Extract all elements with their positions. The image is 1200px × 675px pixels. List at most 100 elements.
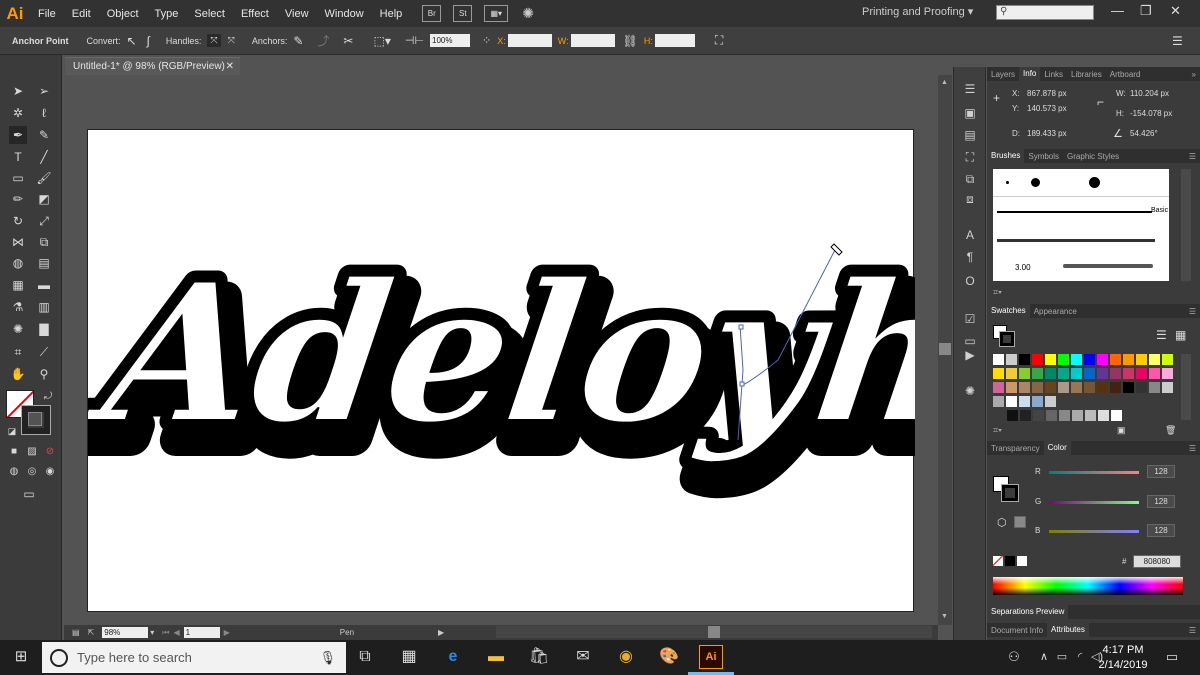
color-swatch[interactable]: [1032, 354, 1043, 365]
color-swatch[interactable]: [1006, 396, 1017, 407]
color-swatch[interactable]: [1110, 382, 1121, 393]
color-swatch[interactable]: [1006, 368, 1017, 379]
shape-builder-tool-icon[interactable]: ◍: [9, 254, 27, 272]
h-input[interactable]: [654, 34, 695, 47]
first-artboard-icon[interactable]: ⏮: [162, 628, 169, 638]
grayscale-swatch[interactable]: [1085, 410, 1096, 421]
store-icon[interactable]: 🛍: [527, 645, 551, 669]
grayscale-swatch[interactable]: [1033, 410, 1044, 421]
edge-browser-icon[interactable]: e: [441, 645, 465, 669]
color-swatch[interactable]: [1032, 396, 1043, 407]
connect-anchor-icon[interactable]: ⤴: [317, 32, 329, 49]
color-swatch[interactable]: [1084, 368, 1095, 379]
paintbrush-tool-icon[interactable]: 🖌: [35, 169, 53, 187]
color-swatch[interactable]: [1084, 354, 1095, 365]
black-color-swatch[interactable]: [1005, 556, 1015, 566]
transform-icon[interactable]: ⛶: [715, 33, 723, 48]
color-swatch[interactable]: [1045, 382, 1056, 393]
color-swatch[interactable]: [1097, 382, 1108, 393]
character-panel-icon[interactable]: A: [962, 227, 978, 243]
menu-file[interactable]: File: [30, 8, 64, 20]
pen-tool-icon[interactable]: ✒: [9, 126, 27, 144]
color-swatch[interactable]: [1149, 382, 1160, 393]
color-swatch[interactable]: [1071, 382, 1082, 393]
perspective-grid-tool-icon[interactable]: ▤: [35, 254, 53, 272]
scroll-up-icon[interactable]: ▲: [941, 79, 948, 86]
color-swatch[interactable]: [1162, 382, 1173, 393]
menu-edit[interactable]: Edit: [64, 8, 99, 20]
pencil-tool-icon[interactable]: ✏: [9, 190, 27, 208]
color-swatch[interactable]: [1097, 354, 1108, 365]
color-swatch[interactable]: [1123, 354, 1134, 365]
color-swatch[interactable]: [1084, 382, 1095, 393]
vertical-scroll-thumb[interactable]: [939, 343, 951, 355]
isolate-icon[interactable]: ⬚▾: [373, 34, 390, 48]
color-swatch[interactable]: [1136, 368, 1147, 379]
actions-panel-icon[interactable]: ▶: [962, 347, 978, 363]
clock-date[interactable]: 2/14/2019: [1098, 659, 1148, 671]
grayscale-swatch[interactable]: [1059, 410, 1070, 421]
g-slider[interactable]: [1049, 501, 1139, 504]
chrome-icon[interactable]: ◉: [614, 645, 638, 669]
color-swatch[interactable]: [1058, 368, 1069, 379]
color-swatch[interactable]: [1045, 396, 1056, 407]
list-view-icon[interactable]: ☰: [1156, 328, 1167, 342]
menu-object[interactable]: Object: [99, 8, 147, 20]
remove-anchor-icon[interactable]: ✎: [293, 34, 303, 48]
close-document-icon[interactable]: ✕: [226, 58, 234, 75]
info-more-icon[interactable]: »: [1188, 70, 1200, 79]
color-swatch[interactable]: [1110, 354, 1121, 365]
grayscale-swatch[interactable]: [1020, 410, 1031, 421]
color-swatch[interactable]: [1071, 354, 1082, 365]
artboard-nav-icon[interactable]: ▤: [72, 628, 80, 637]
color-swatch[interactable]: [1019, 396, 1030, 407]
opentype-panel-icon[interactable]: O: [962, 273, 978, 289]
scroll-down-icon[interactable]: ▼: [941, 613, 948, 620]
color-swatch[interactable]: [1045, 354, 1056, 365]
draw-inside-icon[interactable]: ◉: [41, 463, 59, 481]
color-swatch[interactable]: [1110, 368, 1121, 379]
reference-point-icon[interactable]: ⁘: [482, 34, 491, 47]
swap-fill-stroke-icon[interactable]: ⤾: [39, 388, 57, 406]
swatch-fill-stroke-indicator[interactable]: [993, 325, 1015, 347]
scale-tool-icon[interactable]: ⤢: [35, 212, 53, 230]
action-center-icon[interactable]: ▭: [1160, 645, 1184, 669]
b-input[interactable]: 128: [1147, 524, 1175, 537]
swatch-library-icon[interactable]: ⌗▾: [993, 425, 1002, 436]
gradient-tool-icon[interactable]: ▬: [35, 276, 53, 294]
artboard-tool-icon[interactable]: ⌗: [9, 343, 27, 361]
asset-export-icon[interactable]: ⧈: [962, 191, 978, 207]
b-slider[interactable]: [1049, 530, 1139, 533]
color-swatch[interactable]: [1149, 354, 1160, 365]
tab-separations-preview[interactable]: Separations Preview: [987, 605, 1069, 619]
tab-appearance[interactable]: Appearance: [1030, 307, 1081, 316]
g-input[interactable]: 128: [1147, 495, 1175, 508]
color-mode-icon[interactable]: ■: [5, 443, 23, 461]
eyedropper-tool-icon[interactable]: ⚗: [9, 298, 27, 316]
thumbnail-view-icon[interactable]: ▦: [1175, 328, 1186, 342]
hand-tool-icon[interactable]: ✋: [9, 365, 27, 383]
horizontal-scroll-thumb[interactable]: [708, 626, 720, 638]
layers-panel-icon[interactable]: ▣: [962, 105, 978, 121]
color-swatch[interactable]: [1019, 354, 1030, 365]
hex-input[interactable]: 808080: [1133, 555, 1181, 568]
stroke-swatch[interactable]: [21, 405, 51, 435]
r-input[interactable]: 128: [1147, 465, 1175, 478]
document-tab[interactable]: Untitled-1* @ 98% (RGB/Preview) ✕: [65, 57, 240, 75]
menu-view[interactable]: View: [277, 8, 317, 20]
new-swatch-icon[interactable]: ▣: [1117, 425, 1126, 436]
zoom-level-input[interactable]: 98%: [102, 627, 149, 638]
menu-window[interactable]: Window: [317, 8, 372, 20]
workspace-switcher[interactable]: Printing and Proofing ▾: [862, 5, 973, 18]
brush-charcoal-stroke[interactable]: [997, 239, 1155, 242]
microphone-icon[interactable]: 🎙: [319, 650, 336, 666]
x-input[interactable]: [507, 34, 552, 47]
color-swatch[interactable]: [1058, 354, 1069, 365]
zoom-tool-icon[interactable]: ⚲: [35, 365, 53, 383]
cut-path-icon[interactable]: ✂: [343, 34, 353, 48]
export-icon[interactable]: ⇱: [88, 628, 95, 637]
tab-transparency[interactable]: Transparency: [987, 444, 1044, 453]
color-swatch[interactable]: [1071, 368, 1082, 379]
color-swatch[interactable]: [1136, 382, 1147, 393]
gradient-mode-icon[interactable]: ▨: [23, 443, 41, 461]
